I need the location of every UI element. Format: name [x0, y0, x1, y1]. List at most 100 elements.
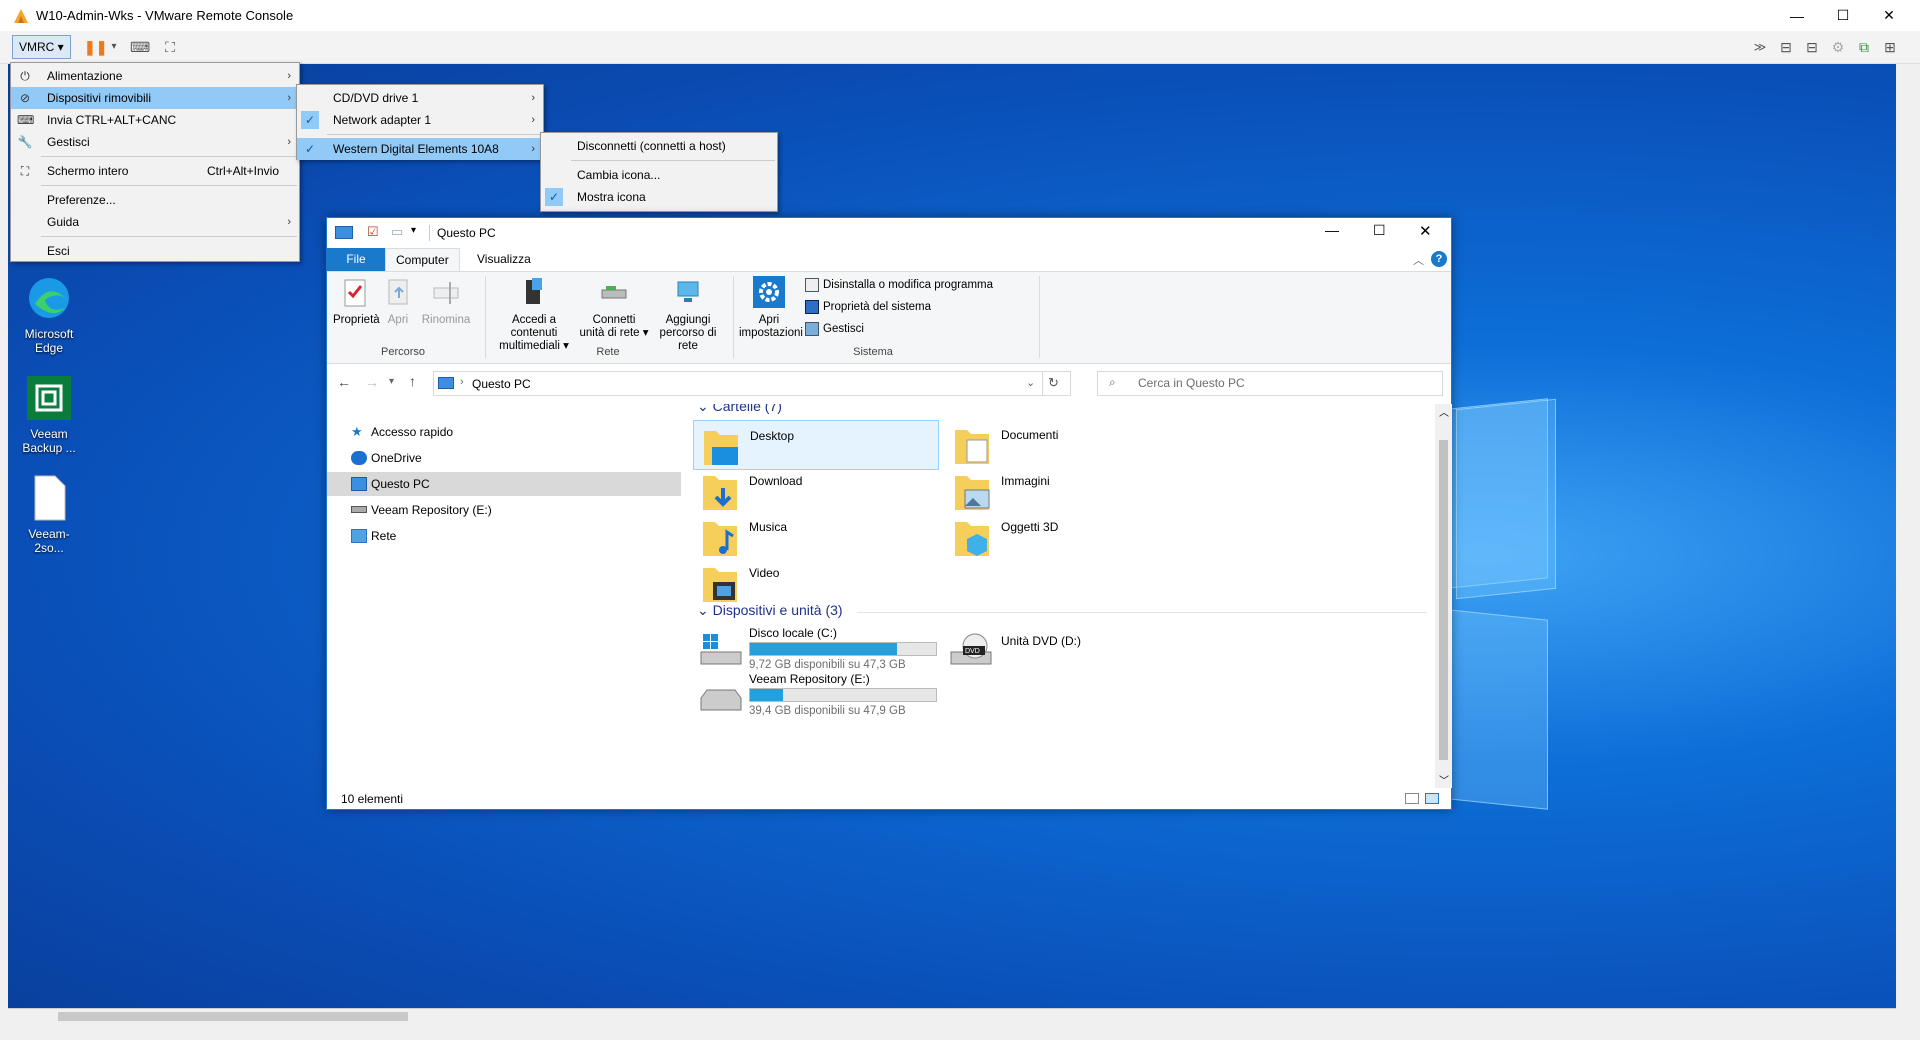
new-folder-quick-icon[interactable]: ▭ [391, 224, 403, 240]
folder-download[interactable]: Download [693, 466, 939, 516]
device-3-icon[interactable]: ⚙ [1828, 37, 1848, 57]
properties-quick-icon[interactable]: ☑ [367, 224, 379, 240]
menu-item-schermo-intero[interactable]: ⛶ Schermo intero Ctrl+Alt+Invio [11, 160, 299, 182]
address-divider [1042, 372, 1043, 395]
horizontal-scrollbar[interactable] [8, 1008, 1896, 1024]
forward-arrow-icon[interactable]: → [365, 374, 379, 390]
vertical-scrollbar[interactable] [1896, 64, 1912, 1008]
menu-item-disconnetti[interactable]: Disconnetti (connetti a host) [541, 135, 777, 157]
ribbon-collapse-icon[interactable]: ︿ [1413, 252, 1424, 268]
desktop-icon-file[interactable]: Veeam-2so... [14, 474, 84, 555]
menu-item-network-adapter-1[interactable]: ✓ Network adapter 1 › [297, 109, 543, 131]
connetti-unita-button[interactable]: Connetti unità di rete ▾ [579, 276, 649, 340]
menu-item-mostra-icona[interactable]: ✓ Mostra icona [541, 186, 777, 208]
menu-item-alimentazione[interactable]: ⏻ Alimentazione › [11, 65, 299, 87]
apri-impostazioni-button[interactable]: Apri impostazioni [739, 276, 803, 340]
folder-oggetti-3d[interactable]: Oggetti 3D [945, 512, 1191, 562]
back-arrow-icon[interactable]: ← [337, 374, 351, 390]
up-arrow-icon[interactable]: ↑ [409, 373, 416, 389]
minimize-button[interactable]: — [1774, 0, 1820, 31]
3d-objects-folder-icon [955, 522, 989, 556]
refresh-icon[interactable]: ↻ [1048, 375, 1059, 391]
recent-locations-icon[interactable]: ▾ [389, 376, 394, 387]
rinomina-button[interactable]: Rinomina [419, 276, 473, 327]
menu-item-cambia-icona[interactable]: Cambia icona... [541, 164, 777, 186]
tab-visualizza[interactable]: Visualizza [467, 248, 541, 271]
menu-item-invia-ctrl-alt-canc[interactable]: ⌨ Invia CTRL+ALT+CANC [11, 109, 299, 131]
submenu-arrow-icon: › [287, 70, 291, 82]
breadcrumb[interactable]: Questo PC [472, 377, 531, 391]
vmrc-menu-button[interactable]: VMRC ▾ [12, 35, 71, 59]
usb-device-icon[interactable]: ⊞ [1880, 37, 1900, 57]
windows-drive-icon [700, 634, 742, 665]
menu-item-preferenze[interactable]: Preferenze... [11, 189, 299, 211]
maximize-button[interactable]: ☐ [1820, 0, 1866, 31]
explorer-titlebar: ☑ ▭ ▾ Questo PC — ☐ ✕ [327, 218, 1451, 248]
proprieta-button[interactable]: Proprietà [333, 276, 380, 327]
scroll-up-icon[interactable]: ︿ [1439, 404, 1449, 419]
submenu-arrow-icon: › [287, 92, 291, 104]
device-2-icon[interactable]: ⊟ [1802, 37, 1822, 57]
menu-item-esci[interactable]: Esci [11, 240, 299, 262]
nav-item-rete[interactable]: Rete [327, 524, 681, 548]
documents-folder-icon [955, 430, 989, 464]
content-scrollbar[interactable]: ︿ ﹀ [1435, 404, 1452, 788]
drive-e[interactable]: Veeam Repository (E:) 39,4 GB disponibil… [693, 672, 939, 724]
devices-section-header[interactable]: ⌄ Dispositivi e unità (3) [697, 602, 843, 619]
vmrc-titlebar: W10-Admin-Wks - VMware Remote Console — … [0, 0, 1920, 31]
aggiungi-percorso-button[interactable]: Aggiungi percorso di rete [651, 276, 725, 353]
pause-dropdown-icon[interactable]: ▾ [104, 37, 124, 57]
address-dropdown-icon[interactable]: ⌄ [1026, 376, 1035, 389]
scrollbar-thumb[interactable] [1439, 440, 1448, 760]
proprieta-sistema-button[interactable]: Proprietà del sistema [803, 298, 931, 316]
scroll-down-icon[interactable]: ﹀ [1439, 772, 1449, 787]
explorer-maximize-button[interactable]: ☐ [1373, 222, 1386, 239]
menu-item-gestisci[interactable]: 🔧 Gestisci › [11, 131, 299, 153]
quick-access-dropdown-icon[interactable]: ▾ [411, 225, 416, 236]
tab-file[interactable]: File [327, 248, 385, 271]
apri-button[interactable]: Apri [383, 276, 413, 327]
chevron-down-icon: ⌄ [697, 602, 709, 618]
explorer-minimize-button[interactable]: — [1325, 222, 1339, 238]
pause-icon[interactable]: ❚❚ [84, 37, 107, 57]
send-ctrl-alt-del-icon[interactable]: ⌨ [130, 37, 150, 57]
file-explorer-window: ☑ ▭ ▾ Questo PC — ☐ ✕ File Computer Visu… [326, 217, 1452, 810]
nav-item-accesso-rapido[interactable]: ★ Accesso rapido [327, 420, 681, 444]
large-icons-view-icon[interactable] [1425, 793, 1439, 804]
help-icon[interactable]: ? [1431, 251, 1447, 267]
fullscreen-icon[interactable]: ⛶ [160, 37, 180, 57]
close-button[interactable]: ✕ [1866, 0, 1912, 31]
device-1-icon[interactable]: ⊟ [1776, 37, 1796, 57]
menu-separator [41, 156, 297, 157]
folder-musica[interactable]: Musica [693, 512, 939, 562]
folders-section-header[interactable]: ⌄ Cartelle (7) [697, 404, 782, 415]
scrollbar-thumb[interactable] [58, 1012, 408, 1021]
folder-video[interactable]: Video [693, 558, 939, 608]
drive-c[interactable]: Disco locale (C:) 9,72 GB disponibili su… [693, 626, 939, 678]
accedi-contenuti-button[interactable]: Accedi a contenuti multimediali ▾ [491, 276, 577, 353]
videos-folder-icon [703, 568, 737, 602]
search-input[interactable]: Cerca in Questo PC [1097, 371, 1443, 396]
nav-item-questo-pc[interactable]: Questo PC [327, 472, 681, 496]
drive-icon [700, 689, 742, 711]
nav-item-onedrive[interactable]: OneDrive [327, 446, 681, 470]
network-adapter-icon[interactable]: ⧉ [1854, 37, 1874, 57]
drive-d[interactable]: DVD Unità DVD (D:) [945, 626, 1191, 678]
explorer-close-button[interactable]: ✕ [1419, 222, 1432, 240]
gestisci-button[interactable]: Gestisci [803, 320, 864, 338]
menu-item-guida[interactable]: Guida › [11, 211, 299, 233]
menu-item-cd-dvd-drive-1[interactable]: CD/DVD drive 1 › [297, 87, 543, 109]
more-icon[interactable]: ≫ [1750, 37, 1770, 57]
desktop-icon-veeam[interactable]: Veeam Backup ... [14, 374, 84, 455]
disinstalla-programma-button[interactable]: Disinstalla o modifica programma [803, 276, 993, 294]
menu-item-dispositivi-rimovibili[interactable]: ⊘ Dispositivi rimovibili › [11, 87, 299, 109]
desktop-icon-edge[interactable]: Microsoft Edge [14, 274, 84, 355]
address-bar[interactable]: › Questo PC ⌄ ↻ [433, 371, 1071, 396]
tab-computer[interactable]: Computer [385, 248, 460, 271]
folder-desktop[interactable]: Desktop [693, 420, 939, 470]
folder-immagini[interactable]: Immagini [945, 466, 1191, 516]
nav-item-veeam-repository[interactable]: Veeam Repository (E:) [327, 498, 681, 522]
menu-item-western-digital-elements[interactable]: ✓ Western Digital Elements 10A8 › [297, 138, 543, 160]
details-view-icon[interactable] [1405, 793, 1419, 804]
folder-documenti[interactable]: Documenti [945, 420, 1191, 470]
